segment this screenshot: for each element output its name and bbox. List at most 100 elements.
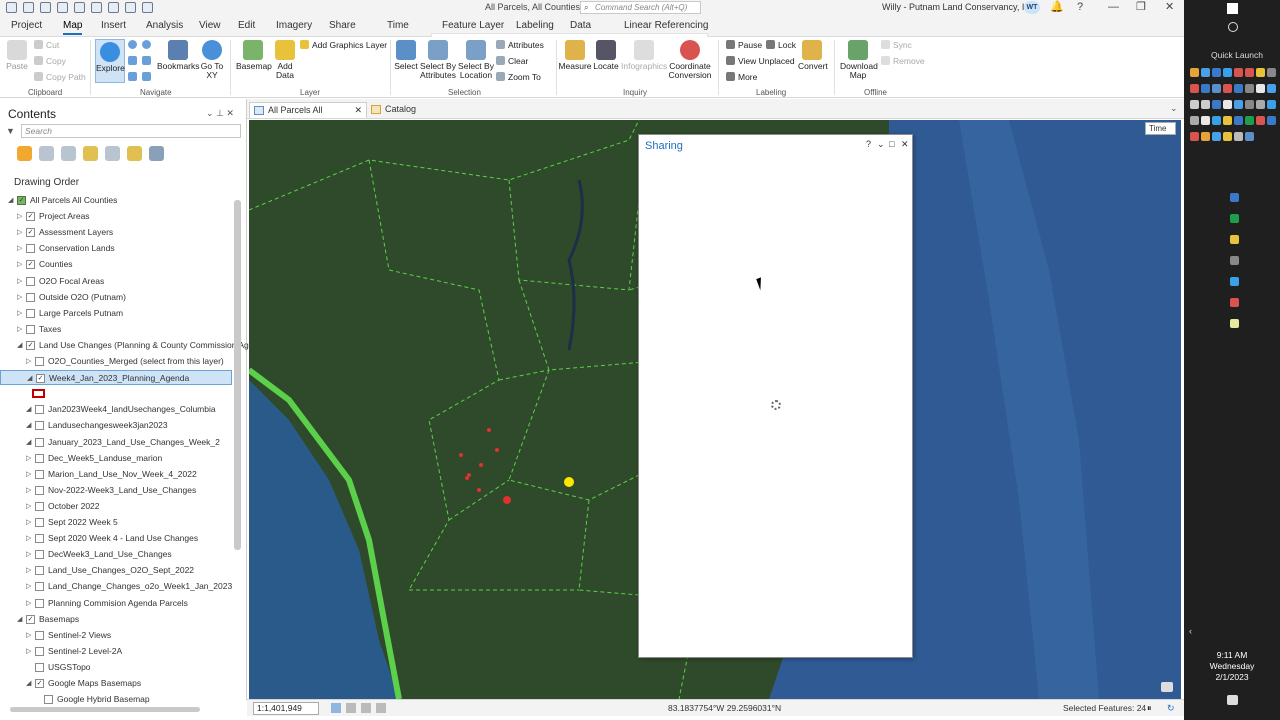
layer-visibility-checkbox[interactable]: ✓ (17, 196, 26, 205)
layer-row[interactable]: ◢ ✓ Basemaps (0, 612, 232, 627)
quick-launch-app-icon[interactable] (1212, 132, 1221, 141)
layer-row[interactable]: ▷ Outside O2O (Putnam) (0, 290, 232, 305)
layer-row[interactable]: ◢ Landusechangesweek3jan2023 (0, 418, 232, 433)
tab-linear-referencing[interactable]: Linear Referencing (624, 20, 709, 31)
quick-launch-app-icon[interactable] (1223, 100, 1232, 109)
layer-row[interactable]: ▷ Conservation Lands (0, 241, 232, 256)
avatar[interactable]: WT (1024, 1, 1040, 14)
rotate-icon[interactable] (376, 703, 386, 713)
quick-launch-app-icon[interactable] (1190, 84, 1199, 93)
quick-launch-app-icon[interactable] (1190, 132, 1199, 141)
bell-icon[interactable]: 🔔 (1050, 0, 1064, 14)
close-button[interactable]: ✕ (1165, 0, 1174, 14)
go-to-xy-button[interactable]: Go To XY (200, 40, 224, 80)
taskbar-app-icon[interactable] (1230, 235, 1239, 244)
selected-features-count[interactable]: Selected Features: 24 (1063, 703, 1146, 713)
layer-row[interactable]: ▷ ✓ Assessment Layers (0, 225, 232, 240)
quick-launch-app-icon[interactable] (1201, 84, 1210, 93)
taskbar-clock[interactable]: 9:11 AM Wednesday 2/1/2023 (1184, 650, 1280, 683)
layer-visibility-checkbox[interactable]: ✓ (36, 374, 45, 384)
pause-labeling-button[interactable]: Pause (726, 40, 762, 50)
zoom-in-icon[interactable] (128, 56, 140, 66)
quick-launch-app-icon[interactable] (1223, 68, 1232, 77)
clear-selection-button[interactable]: Clear (496, 56, 528, 66)
quick-launch-app-icon[interactable] (1256, 84, 1265, 93)
redo-icon[interactable] (74, 2, 85, 13)
layer-row[interactable]: ◢ ✓ Google Maps Basemaps (0, 676, 232, 691)
chevron-right-icon[interactable]: ▷ (17, 274, 22, 289)
chevron-right-icon[interactable]: ▷ (17, 209, 22, 224)
quick-launch-app-icon[interactable] (1212, 68, 1221, 77)
list-by-source-icon[interactable] (39, 146, 54, 161)
layer-row[interactable]: ▷ O2O Focal Areas (0, 274, 232, 289)
chevron-right-icon[interactable]: ▷ (17, 322, 22, 337)
fixed-zoom-icon[interactable] (142, 40, 154, 50)
pane-options-icon[interactable]: ⌄ ⊥ ✕ (206, 108, 234, 119)
paste-button[interactable]: Paste (6, 40, 28, 71)
locate-button[interactable]: Locate (593, 40, 619, 71)
layer-visibility-checkbox[interactable]: ✓ (26, 212, 35, 222)
copy-path-button[interactable]: Copy Path (34, 72, 86, 82)
time-slider-button[interactable]: Time (1145, 122, 1176, 135)
chevron-right-icon[interactable]: ▷ (26, 628, 31, 643)
layer-row[interactable]: ◢ ✓ All Parcels All Counties (0, 193, 232, 208)
download-map-button[interactable]: Download Map (840, 40, 878, 80)
layer-visibility-checkbox[interactable] (35, 582, 44, 592)
tab-map-view[interactable]: All Parcels All Counties✕ (249, 102, 367, 129)
chevron-right-icon[interactable]: ▷ (26, 563, 31, 578)
attribution-icon[interactable] (1161, 682, 1173, 692)
tab-insert[interactable]: Insert (101, 20, 126, 31)
quick-launch-app-icon[interactable] (1201, 116, 1210, 125)
expand-collapse-icon[interactable]: ◢ (8, 193, 13, 208)
chevron-right-icon[interactable]: ▷ (26, 579, 31, 594)
layer-row[interactable]: ▷ DecWeek3_Land_Use_Changes (0, 547, 232, 562)
quick-launch-app-icon[interactable] (1190, 100, 1199, 109)
pause-drawing-icon[interactable]: ⏸ (1147, 703, 1152, 714)
filter-icon[interactable]: ▼ (6, 126, 15, 136)
chevron-right-icon[interactable]: ▷ (26, 644, 31, 659)
layer-visibility-checkbox[interactable] (35, 405, 44, 415)
quick-launch-app-icon[interactable] (1256, 100, 1265, 109)
help-icon[interactable]: ? (866, 139, 871, 149)
save-icon[interactable] (6, 2, 17, 13)
chevron-down-icon[interactable]: ⌄ (877, 139, 885, 150)
expand-collapse-icon[interactable]: ◢ (26, 435, 31, 450)
quick-launch-app-icon[interactable] (1267, 68, 1276, 77)
expand-collapse-icon[interactable]: ◢ (26, 418, 31, 433)
chevron-right-icon[interactable]: ▷ (17, 241, 22, 256)
expand-collapse-icon[interactable]: ◢ (17, 338, 22, 353)
layer-row[interactable]: ▷ Land_Use_Changes_O2O_Sept_2022 (0, 563, 232, 578)
quick-launch-app-icon[interactable] (1245, 100, 1254, 109)
bookmarks-button[interactable]: Bookmarks (157, 40, 200, 71)
convert-button[interactable]: Convert (798, 40, 828, 71)
cut-button[interactable]: Cut (34, 40, 59, 50)
close-tab-icon[interactable]: ✕ (354, 103, 362, 117)
tab-project[interactable]: Project (11, 20, 42, 31)
expand-collapse-icon[interactable]: ◢ (26, 402, 31, 417)
quick-launch-app-icon[interactable] (1256, 68, 1265, 77)
maximize-icon[interactable]: □ (889, 139, 894, 149)
layer-symbol-swatch[interactable] (32, 389, 45, 399)
quick-launch-app-icon[interactable] (1234, 84, 1243, 93)
layer-visibility-checkbox[interactable] (35, 469, 44, 479)
quick-launch-app-icon[interactable] (1267, 100, 1276, 109)
layer-visibility-checkbox[interactable]: ✓ (26, 340, 35, 350)
new-project-icon[interactable] (23, 2, 34, 13)
quick-launch-app-icon[interactable] (1190, 116, 1199, 125)
layer-row[interactable]: ▷ Sept 2020 Week 4 - Land Use Changes (0, 531, 232, 546)
add-graphics-layer-button[interactable]: Add Graphics Layer (300, 40, 387, 50)
chevron-right-icon[interactable]: ▷ (26, 531, 31, 546)
chevron-right-icon[interactable]: ▷ (26, 483, 31, 498)
list-by-selection-icon[interactable] (61, 146, 76, 161)
layer-visibility-checkbox[interactable] (26, 308, 35, 318)
layer-visibility-checkbox[interactable] (26, 324, 35, 334)
tab-catalog-view[interactable]: Catalog (367, 102, 422, 118)
quick-launch-app-icon[interactable] (1234, 116, 1243, 125)
remove-button[interactable]: Remove (881, 56, 925, 66)
list-by-drawing-order-icon[interactable] (17, 146, 32, 161)
add-data-button[interactable]: Add Data (272, 40, 298, 80)
list-by-perspective-icon[interactable] (149, 146, 164, 161)
layer-visibility-checkbox[interactable] (35, 357, 44, 366)
windows-start-icon[interactable] (1227, 3, 1238, 14)
system-tray-icons[interactable] (1206, 626, 1256, 636)
